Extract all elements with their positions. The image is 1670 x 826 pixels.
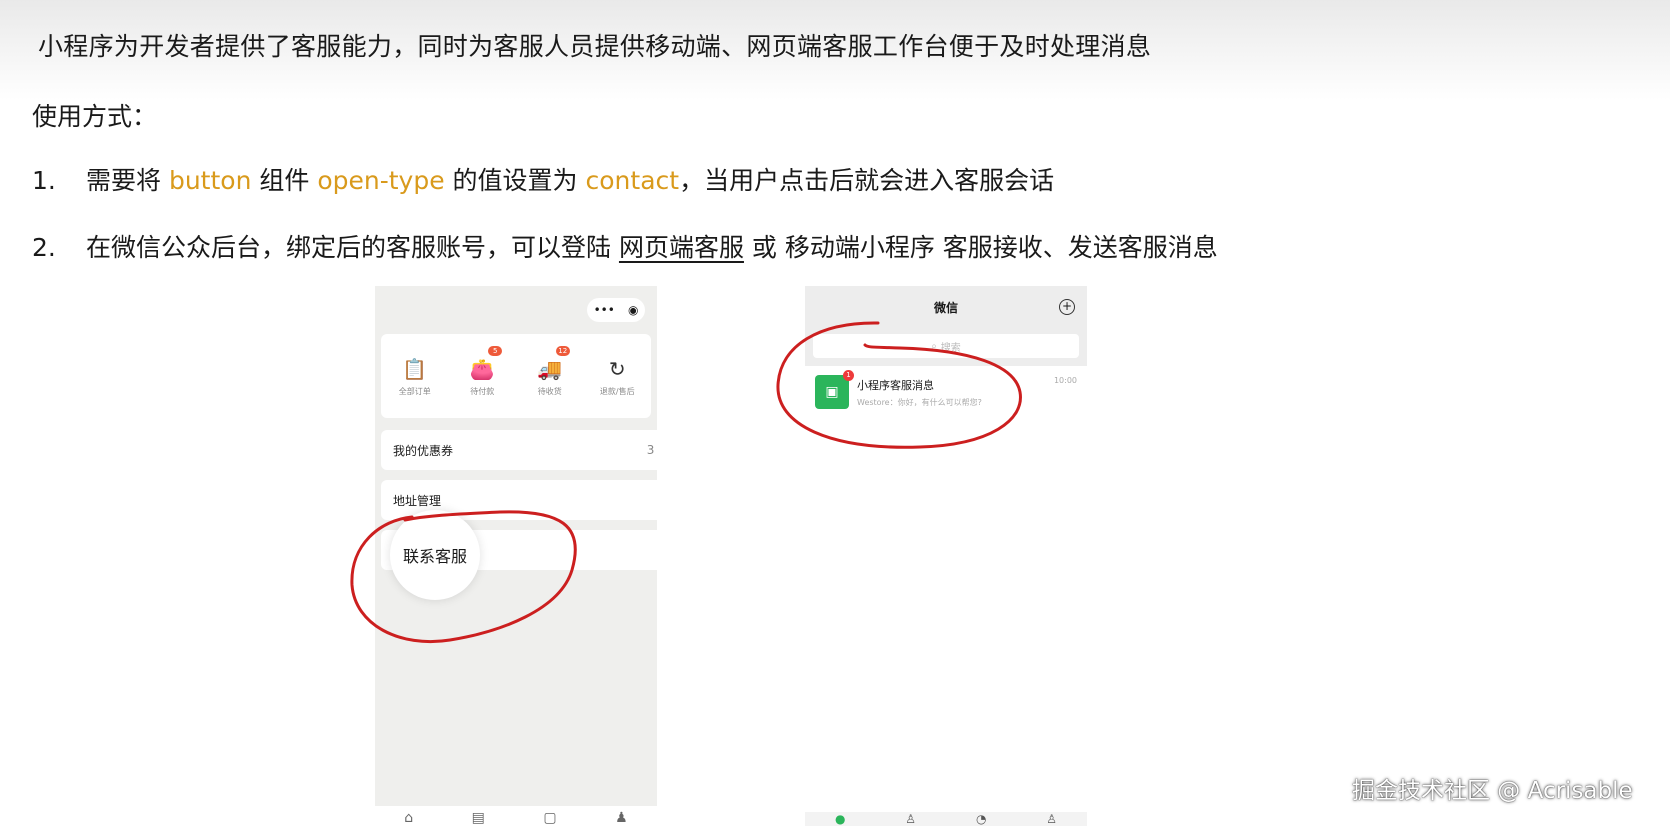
annotation-layer [350, 321, 1022, 643]
annotation-circle-chat [776, 321, 1022, 449]
annotation-circle-contact [350, 510, 577, 643]
watermark: 掘金技术社区 @ Acrisable [1352, 778, 1633, 804]
